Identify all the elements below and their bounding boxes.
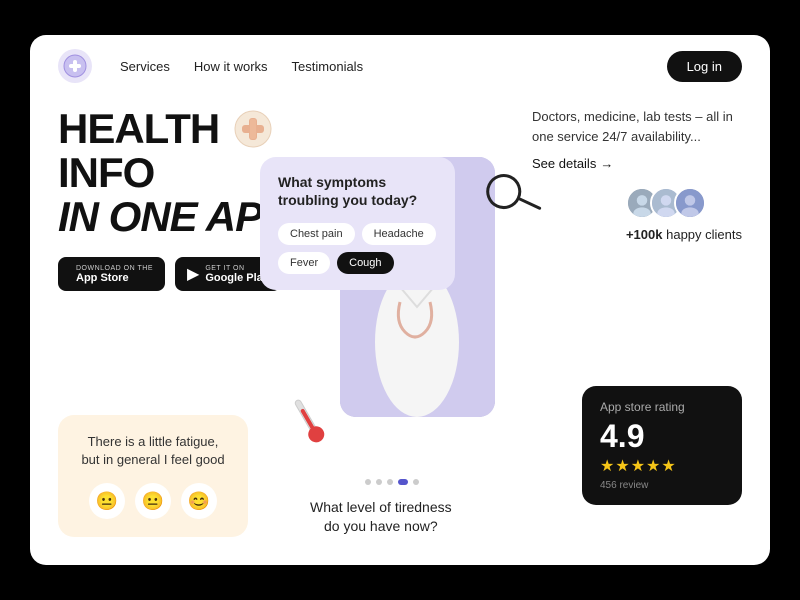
logo[interactable] — [58, 49, 92, 83]
clients-section: +100k happy clients — [626, 187, 742, 242]
review-count: 456 review — [600, 480, 724, 491]
tag-chest-pain[interactable]: Chest pain — [278, 223, 355, 245]
google-play-icon: ▶ — [187, 264, 199, 284]
navbar: Services How it works Testimonials Log i… — [30, 35, 770, 97]
rating-title: App store rating — [600, 400, 724, 414]
fatigue-text: There is a little fatigue, but in genera… — [78, 433, 228, 469]
clients-count-label: +100k happy clients — [626, 227, 742, 242]
rating-score: 4.9 — [600, 420, 724, 452]
nav-services[interactable]: Services — [120, 59, 170, 74]
description-text: Doctors, medicine, lab tests – all in on… — [532, 107, 742, 146]
app-store-button[interactable]: Download on the App Store — [58, 257, 165, 291]
nav-links: Services How it works Testimonials — [120, 59, 639, 74]
tag-cough[interactable]: Cough — [337, 252, 393, 274]
page-wrapper: Services How it works Testimonials Log i… — [30, 35, 770, 565]
login-button[interactable]: Log in — [667, 51, 742, 82]
main-content: HEALTH INFO IN ONE APP — [30, 97, 770, 565]
title-health: HEALTH — [58, 105, 219, 152]
dot-2[interactable] — [376, 479, 382, 485]
nav-testimonials[interactable]: Testimonials — [292, 59, 364, 74]
rating-stars: ★★★★★ — [600, 456, 724, 476]
title-info: INFO — [58, 149, 154, 196]
avatar-3 — [674, 187, 706, 219]
dot-3[interactable] — [387, 479, 393, 485]
google-play-sub: GET IT ON — [205, 265, 244, 272]
symptoms-title: What symptoms troubling you today? — [278, 173, 437, 209]
rating-card: App store rating 4.9 ★★★★★ 456 review — [582, 386, 742, 505]
title-in-one-app: IN ONE APP — [58, 193, 289, 240]
tiredness-text: What level of tiredness do you have now? — [310, 498, 452, 537]
see-details-link[interactable]: See details → — [532, 156, 742, 171]
symptoms-card: What symptoms troubling you today? Chest… — [260, 157, 455, 290]
tag-fever[interactable]: Fever — [278, 252, 330, 274]
tag-headache[interactable]: Headache — [362, 223, 436, 245]
dot-1[interactable] — [365, 479, 371, 485]
app-store-sub: Download on the — [76, 265, 153, 272]
cross-icon — [234, 110, 272, 148]
pagination-dots — [365, 479, 419, 485]
right-description: Doctors, medicine, lab tests – all in on… — [532, 107, 742, 171]
emoji-happy[interactable]: 😊 — [181, 483, 217, 519]
emoji-sad[interactable]: 😐 — [89, 483, 125, 519]
client-avatars — [626, 187, 742, 219]
fatigue-card: There is a little fatigue, but in genera… — [58, 415, 248, 537]
dot-4[interactable] — [398, 479, 408, 485]
emoji-neutral[interactable]: 😐 — [135, 483, 171, 519]
nav-how-it-works[interactable]: How it works — [194, 59, 268, 74]
app-store-name: App Store — [76, 272, 129, 284]
symptom-tags: Chest pain Headache Fever Cough — [278, 223, 437, 274]
emoji-row: 😐 😐 😊 — [78, 483, 228, 519]
dot-5[interactable] — [413, 479, 419, 485]
